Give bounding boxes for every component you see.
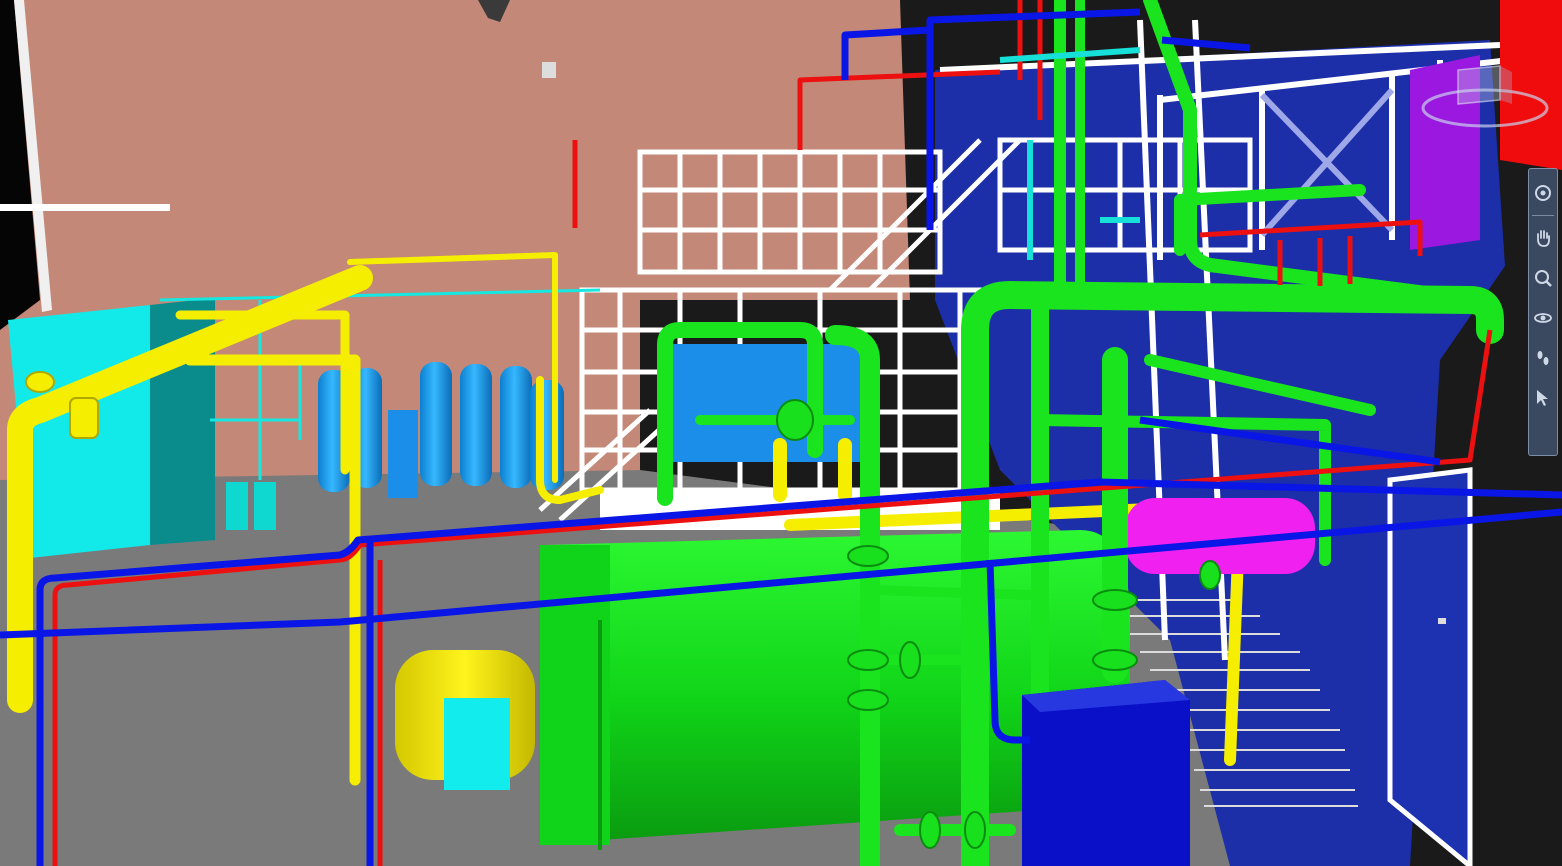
navigation-bar xyxy=(1528,168,1558,456)
burner-control-box xyxy=(444,698,510,790)
nav-separator xyxy=(1532,215,1554,216)
select-cursor-icon[interactable] xyxy=(1530,381,1556,415)
ceiling-beam xyxy=(0,204,170,211)
ceiling-fixture xyxy=(542,62,556,78)
orbit-icon[interactable] xyxy=(1530,301,1556,335)
steering-wheel-icon[interactable] xyxy=(1530,176,1556,210)
viewcube-compass-icon[interactable] xyxy=(1420,60,1550,140)
zoom-icon[interactable] xyxy=(1530,261,1556,295)
boiler-room-3d-scene[interactable] xyxy=(0,0,1562,866)
look-footsteps-icon[interactable] xyxy=(1530,341,1556,375)
blue-expansion-tank xyxy=(672,344,862,462)
door-handle xyxy=(1438,618,1446,624)
pan-hand-icon[interactable] xyxy=(1530,221,1556,255)
3d-model-viewport[interactable] xyxy=(0,0,1562,866)
